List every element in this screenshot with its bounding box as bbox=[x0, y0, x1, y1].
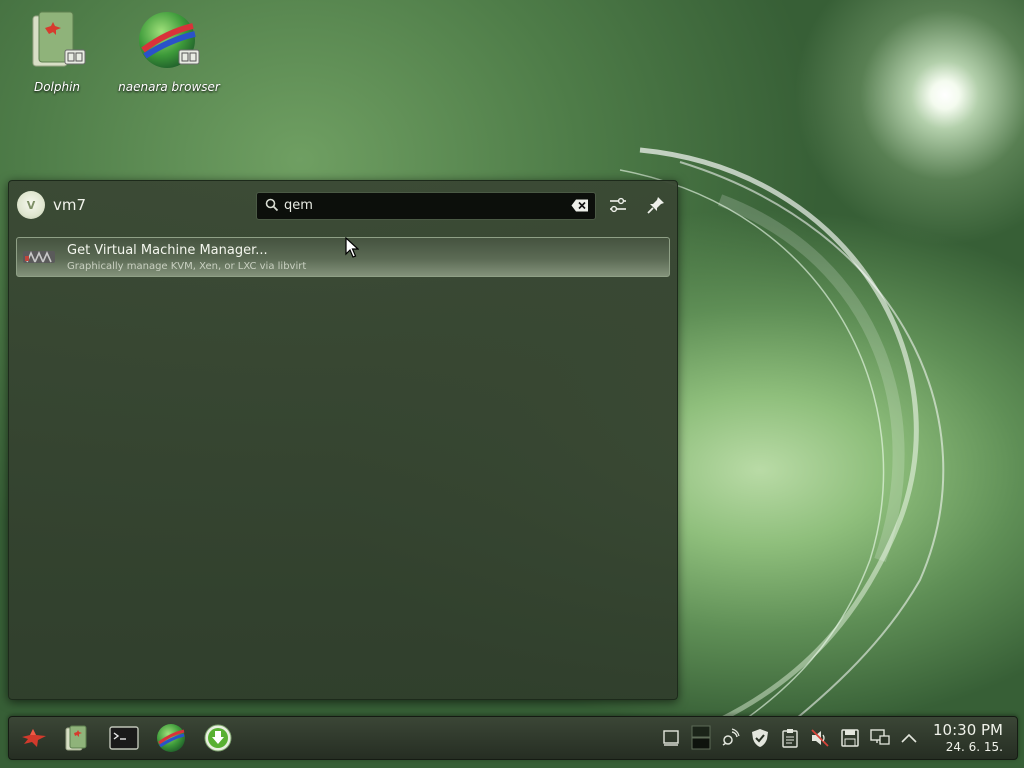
network-icon bbox=[722, 728, 740, 746]
taskbar-dolphin-launcher[interactable] bbox=[59, 721, 93, 755]
krunner-window: V vm7 G bbox=[8, 180, 678, 700]
volume-button[interactable] bbox=[809, 727, 831, 749]
search-result-item[interactable]: Get Virtual Machine Manager... Graphical… bbox=[16, 237, 670, 277]
search-box bbox=[256, 192, 596, 220]
desktop-icon-naenara-browser[interactable]: naenara browser bbox=[114, 10, 224, 94]
search-icon bbox=[265, 198, 279, 212]
clock-time: 10:30 PM bbox=[933, 721, 1003, 739]
clipboard-icon bbox=[782, 729, 798, 748]
pager-button[interactable] bbox=[690, 725, 712, 750]
pin-button[interactable] bbox=[645, 194, 667, 216]
settings-sliders-icon bbox=[610, 197, 626, 213]
user-info: V vm7 bbox=[17, 191, 86, 219]
taskbar-download-launcher[interactable] bbox=[201, 721, 235, 755]
taskbar-terminal-launcher[interactable] bbox=[107, 721, 141, 755]
avatar: V bbox=[17, 191, 45, 219]
terminal-icon bbox=[109, 726, 139, 750]
dolphin-file-manager-icon bbox=[65, 725, 87, 751]
show-desktop-button[interactable] bbox=[660, 727, 682, 749]
clipboard-button[interactable] bbox=[779, 727, 801, 749]
user-name: vm7 bbox=[53, 196, 87, 214]
digital-clock[interactable]: 10:30 PM 24. 6. 15. bbox=[933, 721, 1003, 755]
result-title: Get Virtual Machine Manager... bbox=[67, 243, 268, 258]
virt-manager-icon bbox=[23, 251, 55, 263]
desktop-icon-dolphin[interactable]: Dolphin bbox=[2, 10, 112, 94]
security-shield-icon bbox=[752, 729, 768, 747]
pin-icon bbox=[647, 197, 664, 214]
naenara-browser-globe-icon bbox=[139, 12, 200, 68]
download-manager-icon bbox=[204, 724, 232, 752]
storage-button[interactable] bbox=[839, 727, 861, 749]
expand-tray-button[interactable] bbox=[898, 727, 920, 749]
network-button[interactable] bbox=[719, 727, 741, 749]
application-menu-button[interactable] bbox=[17, 721, 51, 755]
search-input[interactable] bbox=[284, 196, 564, 214]
taskbar: 10:30 PM 24. 6. 15. bbox=[8, 716, 1018, 760]
avatar-initial: V bbox=[26, 198, 36, 212]
save-disk-icon bbox=[841, 729, 859, 747]
desktop-icon-label: naenara browser bbox=[118, 80, 220, 94]
dolphin-file-manager-icon bbox=[32, 11, 86, 67]
clear-text-icon[interactable] bbox=[571, 199, 589, 212]
application-menu-star-icon bbox=[22, 729, 46, 747]
network-monitor-icon bbox=[870, 729, 890, 745]
result-subtitle: Graphically manage KVM, Xen, or LXC via … bbox=[67, 261, 307, 272]
settings-button[interactable] bbox=[607, 194, 629, 216]
expand-tray-icon bbox=[901, 733, 917, 743]
pager-icon bbox=[691, 725, 711, 750]
naenara-browser-globe-icon bbox=[157, 724, 185, 752]
desktop-icon-label: Dolphin bbox=[33, 80, 81, 94]
clock-date: 24. 6. 15. bbox=[945, 740, 1003, 754]
security-button[interactable] bbox=[749, 727, 771, 749]
mouse-cursor-icon bbox=[345, 237, 359, 258]
taskbar-browser-launcher[interactable] bbox=[154, 721, 188, 755]
show-desktop-icon bbox=[663, 730, 679, 746]
network-monitor-button[interactable] bbox=[869, 727, 891, 749]
volume-muted-icon bbox=[811, 729, 829, 747]
